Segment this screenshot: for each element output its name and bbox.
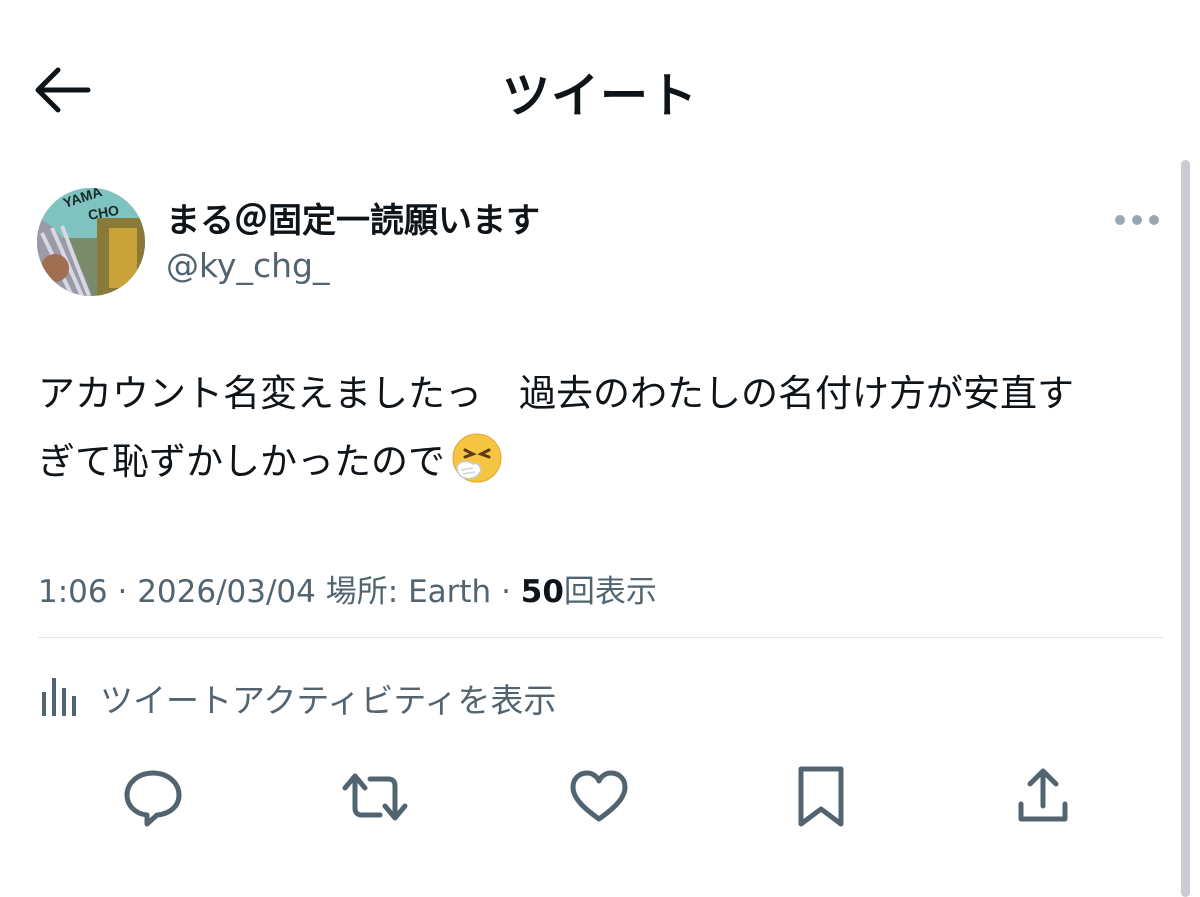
more-dots-icon [1115, 215, 1159, 225]
tweet-line-2: ぎて恥ずかしかったので [38, 428, 1168, 496]
share-button[interactable] [1010, 764, 1076, 830]
user-handle[interactable]: @ky_chg_ [166, 246, 329, 285]
bookmark-icon [798, 766, 844, 827]
activity-label: ツイートアクティビティを表示 [100, 681, 557, 720]
view-count-label: 回表示 [563, 574, 657, 610]
analytics-icon [42, 678, 76, 716]
sneezing-face-icon [452, 433, 502, 483]
avatar[interactable]: YAMA CHO [37, 188, 145, 296]
retweet-button[interactable] [342, 764, 408, 830]
reply-button[interactable] [120, 764, 186, 830]
tweet-line: アカウント名変えましたっ 過去のわたしの名付け方が安直す [38, 372, 1074, 415]
display-name[interactable]: まる＠固定一読願います [166, 193, 540, 242]
header: ツイート [0, 0, 1200, 175]
tweet-meta: 1:06 · 2026/03/04 場所: Earth · 50回表示 [38, 566, 657, 611]
view-count: 50 [520, 574, 564, 610]
retweet-icon [342, 773, 408, 821]
meta-separator: · [117, 574, 128, 610]
location-value: Earth [408, 574, 492, 610]
scrollbar[interactable] [1181, 160, 1190, 897]
share-icon [1018, 768, 1068, 822]
like-button[interactable] [566, 764, 632, 830]
more-options-button[interactable] [1108, 202, 1166, 238]
tweet-text: アカウント名変えましたっ 過去のわたしの名付け方が安直す ぎて恥ずかしかったので [38, 360, 1168, 496]
meta-separator-2: · [501, 574, 511, 610]
bookmark-button[interactable] [788, 764, 854, 830]
divider [38, 637, 1163, 638]
reply-icon [124, 770, 182, 827]
location-label: 場所: [325, 574, 399, 610]
tweet-time[interactable]: 1:06 [38, 574, 108, 610]
tweet-date[interactable]: 2026/03/04 [137, 574, 316, 610]
like-icon [570, 770, 628, 822]
page-title: ツイート [501, 68, 698, 124]
